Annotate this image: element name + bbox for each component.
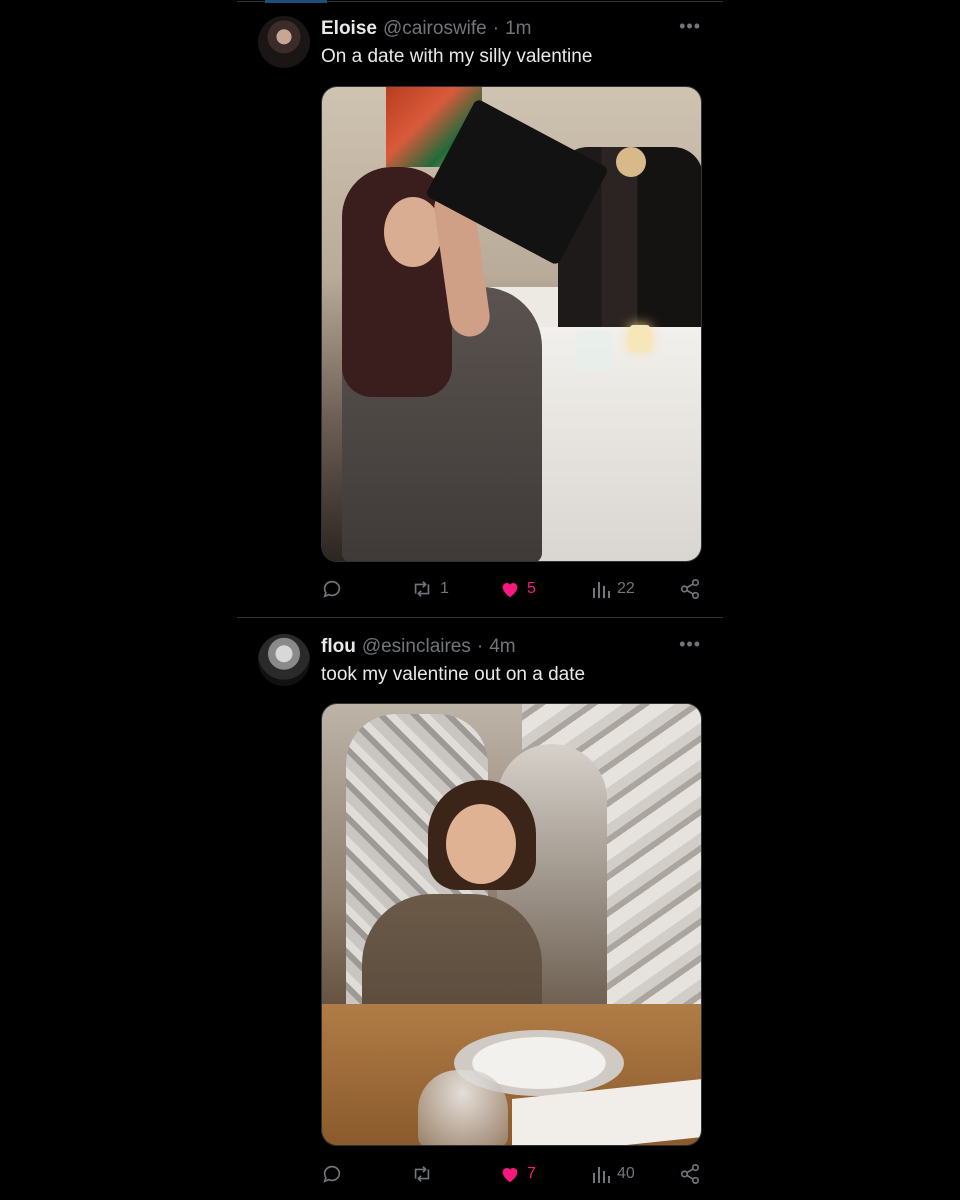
separator-dot: · — [476, 636, 484, 657]
views-button[interactable]: 40 — [591, 1163, 635, 1185]
tweet-text: On a date with my silly valentine — [321, 46, 593, 67]
tweet-header: flou @esinclaires · 4m — [321, 636, 516, 660]
tweet-actions: 7 40 — [321, 1162, 702, 1186]
like-button[interactable]: 7 — [499, 1163, 536, 1185]
display-name[interactable]: Eloise — [321, 18, 377, 40]
repost-button[interactable]: 1 — [410, 578, 449, 600]
repost-icon — [414, 1166, 430, 1182]
timestamp[interactable]: 1m — [505, 18, 531, 40]
timeline: Eloise @cairoswife · 1m ••• On a date wi… — [237, 0, 723, 1200]
share-icon — [680, 579, 700, 599]
user-handle[interactable]: @esinclaires — [362, 636, 471, 658]
view-count: 40 — [617, 1165, 635, 1182]
avatar[interactable] — [258, 16, 310, 68]
like-button[interactable]: 5 — [499, 578, 536, 600]
tweet-actions: 1 5 22 — [321, 577, 702, 601]
views-icon — [593, 582, 610, 598]
tweet[interactable]: flou @esinclaires · 4m ••• took my valen… — [237, 618, 723, 1200]
reply-button[interactable] — [321, 578, 343, 600]
share-button[interactable] — [679, 578, 701, 600]
tweet[interactable]: Eloise @cairoswife · 1m ••• On a date wi… — [237, 0, 723, 618]
avatar[interactable] — [258, 634, 310, 686]
photo-restaurant-scene — [322, 87, 701, 561]
like-count: 5 — [527, 580, 536, 597]
more-icon[interactable]: ••• — [679, 634, 701, 655]
tweet-text: took my valentine out on a date — [321, 664, 586, 685]
repost-count: 1 — [440, 580, 449, 597]
more-icon[interactable]: ••• — [679, 16, 701, 37]
tweet-photo[interactable] — [321, 86, 702, 562]
heart-icon — [502, 583, 518, 598]
reply-icon — [323, 580, 341, 598]
tweet-header: Eloise @cairoswife · 1m — [321, 18, 531, 42]
separator-dot: · — [492, 18, 500, 39]
repost-icon — [414, 581, 430, 597]
views-icon — [593, 1167, 610, 1183]
like-count: 7 — [527, 1165, 536, 1182]
heart-icon — [502, 1168, 518, 1183]
display-name[interactable]: flou — [321, 636, 356, 658]
photo-restaurant-scene — [322, 704, 701, 1145]
share-button[interactable] — [679, 1163, 701, 1185]
timestamp[interactable]: 4m — [489, 636, 515, 658]
view-count: 22 — [617, 580, 635, 597]
user-handle[interactable]: @cairoswife — [383, 18, 487, 40]
views-button[interactable]: 22 — [591, 578, 635, 600]
repost-button[interactable] — [410, 1163, 440, 1185]
tweet-photo[interactable] — [321, 703, 702, 1146]
reply-icon — [323, 1165, 341, 1183]
share-icon — [680, 1164, 700, 1184]
reply-button[interactable] — [321, 1163, 343, 1185]
